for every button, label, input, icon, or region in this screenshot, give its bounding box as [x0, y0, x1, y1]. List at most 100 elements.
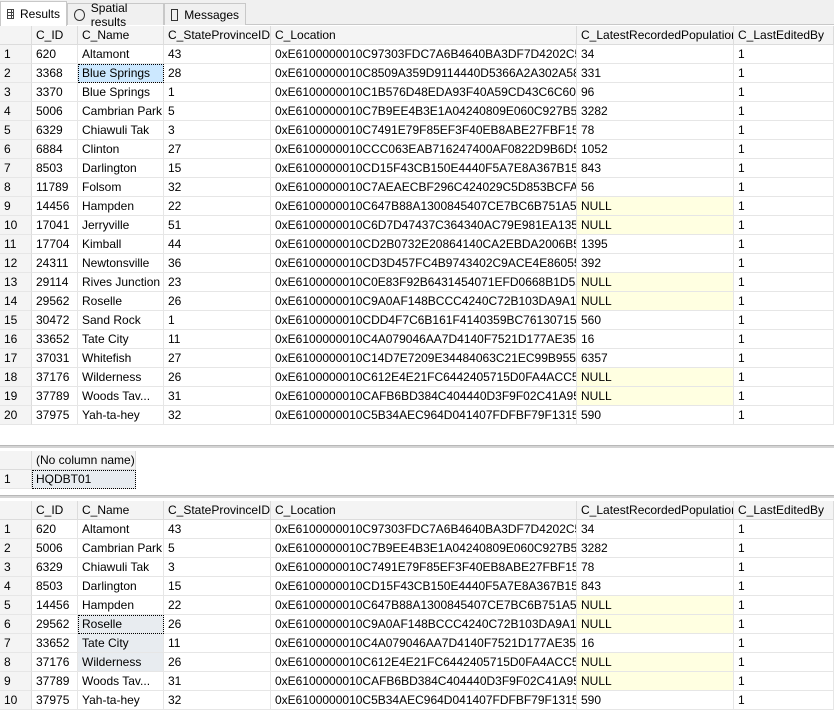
cell-c-name[interactable]: Wilderness — [78, 368, 164, 387]
cell-c-stateprovinceid[interactable]: 31 — [164, 387, 271, 406]
cell-c-location[interactable]: 0xE6100000010C9A0AF148BCCC4240C72B103DA9… — [271, 292, 577, 311]
cell-c-latestrecordedpopulation[interactable]: 16 — [577, 330, 734, 349]
cell-c-lasteditedby[interactable]: 1 — [734, 273, 834, 292]
cell-c-latestrecordedpopulation[interactable]: 34 — [577, 520, 734, 539]
cell-c-stateprovinceid[interactable]: 36 — [164, 254, 271, 273]
table-row[interactable]: 1 620 Altamont 43 0xE6100000010C97303FDC7A6B… — [0, 45, 834, 64]
tab-spatial-results[interactable]: Spatial results — [67, 1, 164, 29]
cell-c-stateprovinceid[interactable]: 27 — [164, 140, 271, 159]
table-row[interactable]: 1 HQDBT01 — [0, 470, 136, 489]
cell-c-name[interactable]: Sand Rock — [78, 311, 164, 330]
cell-c-latestrecordedpopulation[interactable]: 16 — [577, 634, 734, 653]
cell-c-latestrecordedpopulation[interactable]: 392 — [577, 254, 734, 273]
table-row[interactable]: 17 37031 Whitefish 27 0xE6100000010C14D7E720… — [0, 349, 834, 368]
row-number[interactable]: 17 — [0, 349, 32, 368]
table-row[interactable]: 19 37789 Woods Tav... 31 0xE6100000010CAFB6B… — [0, 387, 834, 406]
cell-c-stateprovinceid[interactable]: 22 — [164, 596, 271, 615]
cell-c-name[interactable]: Cambrian Park — [78, 102, 164, 121]
table-row[interactable]: 11 17704 Kimball 44 0xE6100000010CD2B0732E20… — [0, 235, 834, 254]
row-number[interactable]: 3 — [0, 83, 32, 102]
row-number[interactable]: 1 — [0, 520, 32, 539]
table-row[interactable]: 16 33652 Tate City 11 0xE6100000010C4A079046… — [0, 330, 834, 349]
cell-c-latestrecordedpopulation[interactable]: 331 — [577, 64, 734, 83]
cell-c-name[interactable]: Altamont — [78, 520, 164, 539]
cell-c-id[interactable]: 14456 — [32, 596, 78, 615]
tab-results[interactable]: Results — [0, 1, 67, 26]
cell-c-latestrecordedpopulation[interactable]: NULL — [577, 216, 734, 235]
row-number[interactable]: 4 — [0, 102, 32, 121]
row-number[interactable]: 5 — [0, 596, 32, 615]
row-number[interactable]: 7 — [0, 634, 32, 653]
cell-c-id[interactable]: 14456 — [32, 197, 78, 216]
results-grid-3[interactable]: C_ID C_Name C_StateProvinceID C_Location C_L… — [0, 501, 834, 714]
row-number[interactable]: 6 — [0, 615, 32, 634]
cell-c-id[interactable]: 37176 — [32, 368, 78, 387]
cell-c-stateprovinceid[interactable]: 26 — [164, 292, 271, 311]
cell-c-name[interactable]: Whitefish — [78, 349, 164, 368]
cell-c-name[interactable]: Yah-ta-hey — [78, 406, 164, 425]
cell-c-name[interactable]: Kimball — [78, 235, 164, 254]
column-header-c-name[interactable]: C_Name — [78, 501, 164, 520]
cell-c-stateprovinceid[interactable]: 51 — [164, 216, 271, 235]
cell-c-name[interactable]: Yah-ta-hey — [78, 691, 164, 710]
cell-c-location[interactable]: 0xE6100000010CAFB6BD384C404440D3F9F02C41… — [271, 387, 577, 406]
cell-c-lasteditedby[interactable]: 1 — [734, 634, 834, 653]
cell-c-latestrecordedpopulation[interactable]: 3282 — [577, 539, 734, 558]
cell-c-latestrecordedpopulation[interactable]: NULL — [577, 197, 734, 216]
table-row[interactable]: 3 6329 Chiawuli Tak 3 0xE6100000010C7491E79F… — [0, 558, 834, 577]
cell-c-lasteditedby[interactable]: 1 — [734, 311, 834, 330]
cell-c-lasteditedby[interactable]: 1 — [734, 368, 834, 387]
cell-c-stateprovinceid[interactable]: 5 — [164, 102, 271, 121]
cell-c-id[interactable]: 37975 — [32, 691, 78, 710]
cell-c-location[interactable]: 0xE6100000010C612E4E21FC6442405715D0FA4A… — [271, 368, 577, 387]
cell-c-id[interactable]: 30472 — [32, 311, 78, 330]
cell-c-name[interactable]: Rives Junction — [78, 273, 164, 292]
cell-c-lasteditedby[interactable]: 1 — [734, 653, 834, 672]
cell-c-lasteditedby[interactable]: 1 — [734, 235, 834, 254]
cell-c-latestrecordedpopulation[interactable]: 560 — [577, 311, 734, 330]
cell-no-column-name[interactable]: HQDBT01 — [32, 470, 136, 489]
cell-c-stateprovinceid[interactable]: 15 — [164, 159, 271, 178]
cell-c-latestrecordedpopulation[interactable]: 34 — [577, 45, 734, 64]
table-row[interactable]: 8 11789 Folsom 32 0xE6100000010C7AEAECBF296C… — [0, 178, 834, 197]
cell-c-lasteditedby[interactable]: 1 — [734, 539, 834, 558]
cell-c-id[interactable]: 37789 — [32, 672, 78, 691]
cell-c-location[interactable]: 0xE6100000010C7AEAECBF296C424029C5D853BC… — [271, 178, 577, 197]
cell-c-name[interactable]: Hampden — [78, 197, 164, 216]
cell-c-name[interactable]: Darlington — [78, 159, 164, 178]
cell-c-location[interactable]: 0xE6100000010C4A079046AA7D4140F7521D177A… — [271, 634, 577, 653]
cell-c-latestrecordedpopulation[interactable]: 6357 — [577, 349, 734, 368]
cell-c-stateprovinceid[interactable]: 28 — [164, 64, 271, 83]
row-number[interactable]: 12 — [0, 254, 32, 273]
row-number[interactable]: 2 — [0, 539, 32, 558]
cell-c-location[interactable]: 0xE6100000010C97303FDC7A6B4640BA3DF7D420… — [271, 45, 577, 64]
cell-c-name[interactable]: Roselle — [78, 292, 164, 311]
cell-c-location[interactable]: 0xE6100000010C14D7E7209E34484063C21EC99B… — [271, 349, 577, 368]
cell-c-latestrecordedpopulation[interactable]: NULL — [577, 273, 734, 292]
cell-c-id[interactable]: 11789 — [32, 178, 78, 197]
row-number[interactable]: 18 — [0, 368, 32, 387]
cell-c-id[interactable]: 17041 — [32, 216, 78, 235]
cell-c-stateprovinceid[interactable]: 32 — [164, 406, 271, 425]
table-row[interactable]: 14 29562 Roselle 26 0xE6100000010C9A0AF148BC… — [0, 292, 834, 311]
cell-c-id[interactable]: 29562 — [32, 292, 78, 311]
cell-c-id[interactable]: 5006 — [32, 539, 78, 558]
cell-c-location[interactable]: 0xE6100000010CAFB6BD384C404440D3F9F02C41… — [271, 672, 577, 691]
cell-c-name[interactable]: Chiawuli Tak — [78, 121, 164, 140]
cell-c-name[interactable]: Folsom — [78, 178, 164, 197]
table-row[interactable]: 4 5006 Cambrian Park 5 0xE6100000010C7B9EE4B… — [0, 102, 834, 121]
cell-c-location[interactable]: 0xE6100000010C0E83F92B6431454071EFD0668B… — [271, 273, 577, 292]
table-row[interactable]: 6 6884 Clinton 27 0xE6100000010CCC063EAB7162… — [0, 140, 834, 159]
row-number[interactable]: 10 — [0, 216, 32, 235]
cell-c-latestrecordedpopulation[interactable]: NULL — [577, 596, 734, 615]
cell-c-name[interactable]: Tate City — [78, 634, 164, 653]
cell-c-id[interactable]: 29114 — [32, 273, 78, 292]
cell-c-latestrecordedpopulation[interactable]: 843 — [577, 159, 734, 178]
table-row[interactable]: 13 29114 Rives Junction 23 0xE6100000010C0E8… — [0, 273, 834, 292]
cell-c-name[interactable]: Blue Springs — [78, 83, 164, 102]
cell-c-stateprovinceid[interactable]: 11 — [164, 330, 271, 349]
cell-c-location[interactable]: 0xE6100000010C7B9EE4B3E1A04240809E060C92… — [271, 539, 577, 558]
cell-c-id[interactable]: 5006 — [32, 102, 78, 121]
cell-c-lasteditedby[interactable]: 1 — [734, 558, 834, 577]
cell-c-stateprovinceid[interactable]: 3 — [164, 558, 271, 577]
